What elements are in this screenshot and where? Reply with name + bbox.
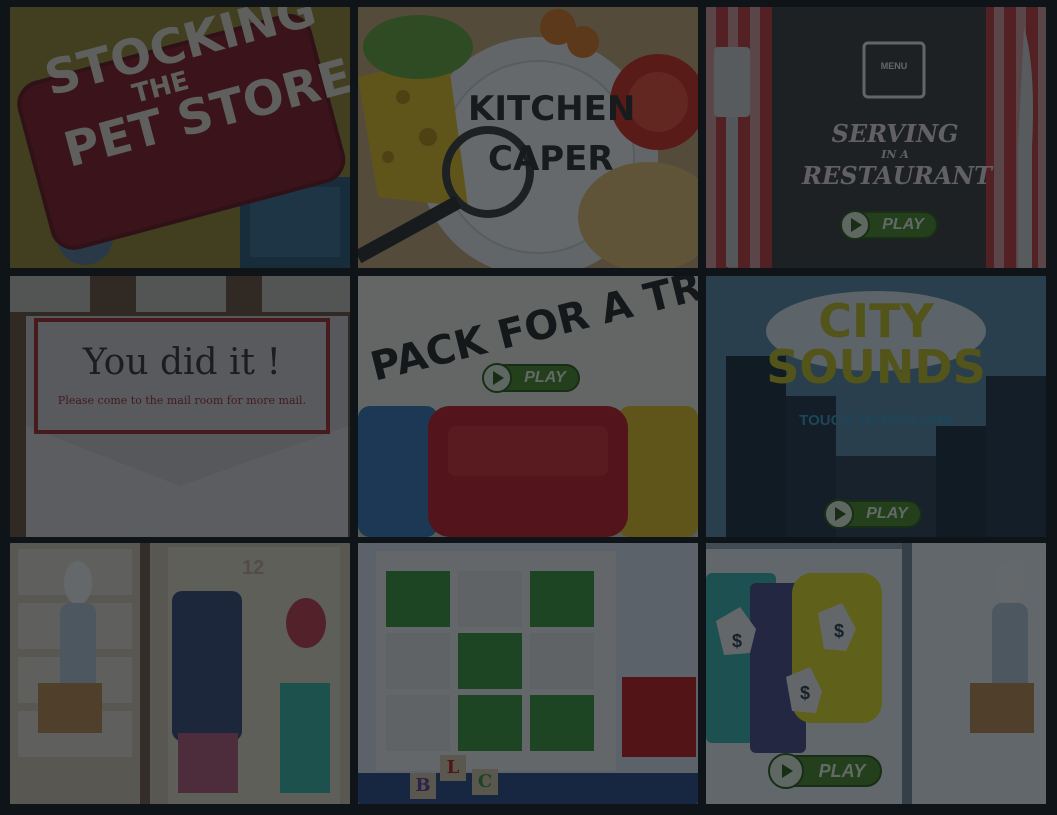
play-label: PLAY (818, 760, 866, 781)
price-tag-3: $ (799, 683, 810, 703)
play-icon (840, 210, 870, 240)
play-label: PLAY (882, 216, 924, 233)
price-tag-1: $ (731, 631, 742, 651)
play-icon (482, 363, 512, 393)
tile-restaurant[interactable]: MENU SERVING IN A RESTAURANT PLAY (706, 7, 1046, 268)
block-b: B (415, 775, 431, 796)
city-sounds-title-line-2: SOUNDS (766, 340, 986, 394)
city-sounds-title-line-1: CITY (818, 294, 934, 348)
city-sounds-title: CITY SOUNDS (746, 298, 1006, 390)
mail-heading: You did it ! (83, 342, 281, 383)
play-label: PLAY (866, 505, 908, 522)
tile-toy-shelf[interactable]: B L C (358, 543, 698, 804)
restaurant-title-line-1: SERVING (831, 119, 959, 148)
block-c: C (477, 771, 493, 792)
kitchen-caper-title: KITCHEN CAPER (468, 89, 635, 179)
kitchen-caper-title-line-1: KITCHEN (468, 89, 636, 129)
dress-up-sign: 12 (242, 557, 265, 579)
mail-message: Please come to the mail room for more ma… (57, 394, 307, 407)
restaurant-title: SERVING IN A RESTAURANT (802, 119, 993, 190)
restaurant-title-line-2: IN A (881, 148, 909, 161)
play-icon (768, 753, 804, 789)
play-button[interactable]: PLAY (482, 363, 580, 393)
play-icon (824, 499, 854, 529)
tile-pet-store[interactable]: STOCKING THE PET STORE (10, 7, 350, 268)
play-button[interactable]: PLAY (840, 210, 938, 240)
tile-dress-up[interactable]: 12 (10, 543, 350, 804)
city-sounds-subtitle: TOUCH TO EXPLORE (799, 412, 953, 429)
price-tag-2: $ (833, 621, 844, 641)
dress-up-art (10, 543, 350, 804)
game-grid: STOCKING THE PET STORE KITCHEN CAPER MEN… (0, 0, 1057, 815)
tile-city-sounds[interactable]: CITY SOUNDS TOUCH TO EXPLORE PLAY (706, 276, 1046, 537)
tile-pack-trip[interactable]: PACK FOR A TRIP PLAY (358, 276, 698, 537)
tile-clothing-store[interactable]: $ $ $ PLAY (706, 543, 1046, 804)
play-label: PLAY (524, 369, 566, 386)
menu-label: MENU (880, 61, 908, 71)
restaurant-title-line-3: RESTAURANT (802, 161, 993, 190)
play-button[interactable]: PLAY (768, 753, 882, 789)
block-l: L (446, 757, 460, 778)
tile-kitchen-caper[interactable]: KITCHEN CAPER (358, 7, 698, 268)
kitchen-caper-title-line-2: CAPER (488, 139, 614, 179)
toy-shelf-art (358, 543, 698, 804)
play-button[interactable]: PLAY (824, 499, 922, 529)
tile-mail[interactable]: You did it ! Please come to the mail roo… (10, 276, 350, 537)
